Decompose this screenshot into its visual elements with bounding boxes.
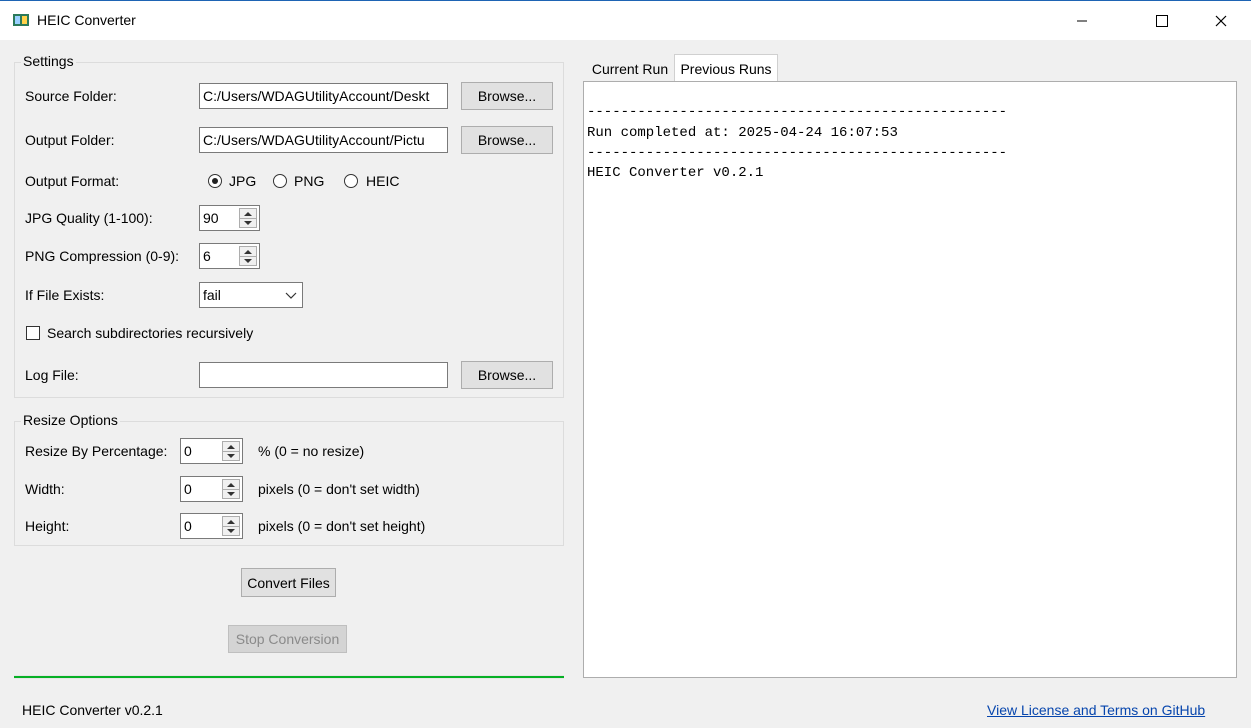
jpg-quality-spinbox[interactable]: 90 xyxy=(199,205,260,231)
width-spinbox[interactable]: 0 xyxy=(180,476,243,502)
height-stepper[interactable] xyxy=(222,516,240,536)
log-line: Run completed at: 2025-04-24 16:07:53 xyxy=(587,125,898,141)
format-png-radio[interactable] xyxy=(273,174,287,188)
window-title: HEIC Converter xyxy=(37,12,136,28)
resize-group-title: Resize Options xyxy=(21,412,120,428)
source-browse-button[interactable]: Browse... xyxy=(461,82,553,110)
minimize-icon xyxy=(1077,20,1087,22)
format-heic-label: HEIC xyxy=(366,173,400,189)
png-compression-spinbox[interactable]: 6 xyxy=(199,243,260,269)
recursive-checkbox[interactable] xyxy=(26,326,40,340)
width-hint: pixels (0 = don't set width) xyxy=(258,481,420,497)
spin-down-icon[interactable] xyxy=(223,489,239,498)
spin-down-icon[interactable] xyxy=(223,526,239,535)
log-line: HEIC Converter v0.2.1 xyxy=(587,165,764,181)
output-format-label: Output Format: xyxy=(25,173,120,189)
settings-group-title: Settings xyxy=(21,53,76,69)
app-window: HEIC Converter Settings Source Folder: C… xyxy=(0,0,1251,728)
source-folder-label: Source Folder: xyxy=(25,88,117,104)
progress-bar xyxy=(14,675,564,679)
maximize-button[interactable] xyxy=(1139,1,1185,41)
log-line: ----------------------------------------… xyxy=(587,145,1008,161)
resize-percentage-spinbox[interactable]: 0 xyxy=(180,438,243,464)
log-browse-button[interactable]: Browse... xyxy=(461,361,553,389)
png-compression-stepper[interactable] xyxy=(239,246,257,266)
if-file-exists-value: fail xyxy=(203,287,221,303)
height-spinbox[interactable]: 0 xyxy=(180,513,243,539)
output-folder-input[interactable]: C:/Users/WDAGUtilityAccount/Pictu xyxy=(199,127,448,153)
title-bar: HEIC Converter xyxy=(0,0,1251,40)
log-file-input[interactable] xyxy=(199,362,448,388)
stop-conversion-button[interactable]: Stop Conversion xyxy=(228,625,347,653)
width-stepper[interactable] xyxy=(222,479,240,499)
output-browse-button[interactable]: Browse... xyxy=(461,126,553,154)
minimize-button[interactable] xyxy=(1059,1,1105,41)
footer-version: HEIC Converter v0.2.1 xyxy=(22,702,163,718)
log-file-label: Log File: xyxy=(25,367,79,383)
format-jpg-label: JPG xyxy=(229,173,257,189)
resize-percentage-hint: % (0 = no resize) xyxy=(258,443,365,459)
maximize-icon xyxy=(1156,15,1168,27)
close-icon xyxy=(1215,15,1227,27)
jpg-quality-value: 90 xyxy=(203,210,219,226)
height-value: 0 xyxy=(184,518,192,534)
spin-down-icon[interactable] xyxy=(223,451,239,460)
format-heic-radio[interactable] xyxy=(344,174,358,188)
jpg-quality-label: JPG Quality (1-100): xyxy=(25,210,153,226)
tab-previous-runs[interactable]: Previous Runs xyxy=(674,54,778,82)
convert-files-button[interactable]: Convert Files xyxy=(241,568,336,597)
source-folder-input[interactable]: C:/Users/WDAGUtilityAccount/Deskt xyxy=(199,83,448,109)
format-jpg-radio[interactable] xyxy=(208,174,222,188)
close-button[interactable] xyxy=(1198,1,1244,41)
license-link[interactable]: View License and Terms on GitHub xyxy=(987,702,1205,718)
spin-down-icon[interactable] xyxy=(240,218,256,227)
resize-percentage-value: 0 xyxy=(184,443,192,459)
recursive-label: Search subdirectories recursively xyxy=(47,325,254,341)
format-png-label: PNG xyxy=(294,173,325,189)
resize-percentage-label: Resize By Percentage: xyxy=(25,443,168,459)
png-compression-value: 6 xyxy=(203,248,211,264)
width-value: 0 xyxy=(184,481,192,497)
spin-down-icon[interactable] xyxy=(240,256,256,265)
width-label: Width: xyxy=(25,481,65,497)
jpg-quality-stepper[interactable] xyxy=(239,208,257,228)
height-hint: pixels (0 = don't set height) xyxy=(258,518,426,534)
settings-group xyxy=(14,62,564,398)
output-folder-label: Output Folder: xyxy=(25,132,115,148)
height-label: Height: xyxy=(25,518,70,534)
png-compression-label: PNG Compression (0-9): xyxy=(25,248,180,264)
tab-current-run[interactable]: Current Run xyxy=(586,56,674,82)
progress-fill xyxy=(14,676,564,678)
app-icon xyxy=(13,14,29,26)
resize-percentage-stepper[interactable] xyxy=(222,441,240,461)
log-line: ----------------------------------------… xyxy=(587,104,1008,120)
chevron-down-icon xyxy=(285,292,297,299)
log-output[interactable]: ----------------------------------------… xyxy=(583,81,1237,678)
if-file-exists-label: If File Exists: xyxy=(25,287,105,303)
if-file-exists-select[interactable]: fail xyxy=(199,282,303,308)
